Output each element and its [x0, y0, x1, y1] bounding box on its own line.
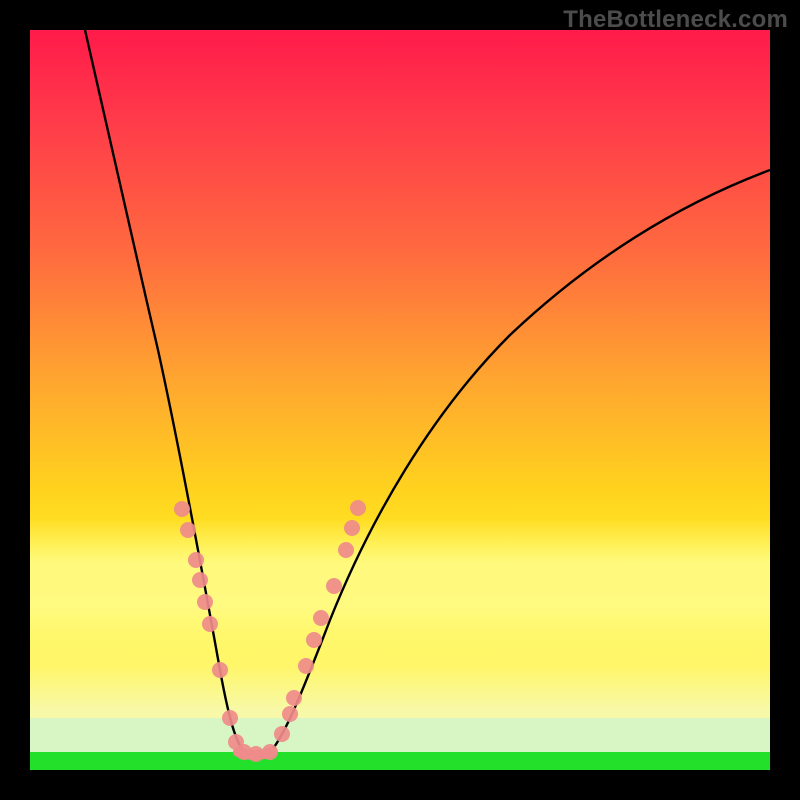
watermark-text: TheBottleneck.com: [563, 6, 788, 34]
gradient-plot-area: [30, 30, 770, 770]
chart-stage: TheBottleneck.com: [0, 0, 800, 800]
